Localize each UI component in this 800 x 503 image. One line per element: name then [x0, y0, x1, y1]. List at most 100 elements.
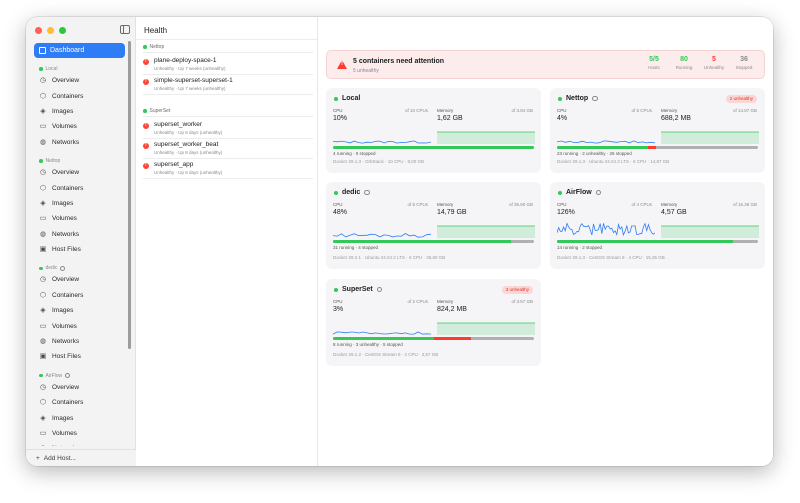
memory-value: 1,62 GB — [437, 115, 463, 122]
error-icon — [143, 58, 149, 65]
sidebar-section-dedic: dedic — [26, 264, 130, 272]
host-card-nettop[interactable]: Nettop 2 unhealthy CPU of 6 CPUs 4% Memory of … — [550, 88, 765, 173]
memory-label: Memory — [437, 202, 454, 207]
stat-value: 5/5 — [649, 56, 659, 63]
sidebar-list[interactable]: Dashboard Local ◷ Overview ⬡ Containers ◈ Imag… — [26, 40, 130, 446]
cpu-total: of 10 CPUs — [404, 108, 428, 113]
sidebar-item-containers[interactable]: ⬡ Containers — [26, 288, 130, 303]
sidebar-item-overview[interactable]: ◷ Overview — [26, 73, 130, 88]
sidebar-item-containers[interactable]: ⬡ Containers — [26, 180, 130, 195]
minimize-window-button[interactable] — [47, 27, 54, 34]
sidebar-item-volumes[interactable]: ▭ Volumes — [26, 119, 130, 134]
info-icon — [595, 189, 602, 196]
running-segment — [333, 337, 434, 340]
memory-label: Memory — [437, 108, 454, 113]
sidebar-item-volumes[interactable]: ▭ Volumes — [26, 426, 130, 441]
sidebar-item-volumes[interactable]: ▭ Volumes — [26, 318, 130, 333]
cpu-sparkline — [557, 222, 655, 237]
overview-icon: ◷ — [39, 276, 47, 284]
host-card-title: Nettop — [558, 95, 598, 102]
sidebar-item-images[interactable]: ◈ Images — [26, 104, 130, 119]
health-row[interactable]: superset_worker_beat Unhealthy · Up 8 day… — [143, 140, 313, 159]
container-status: Unhealthy · Up 8 days (unhealthy) — [154, 130, 223, 135]
add-host-label: Add Host... — [43, 454, 76, 462]
host-name: Nettop — [566, 95, 589, 102]
host-card-title: AirFlow — [558, 189, 602, 196]
sidebar-item-host-files[interactable]: ▣ Host Files — [26, 242, 130, 257]
sidebar-item-images[interactable]: ◈ Images — [26, 410, 130, 425]
stat-unhealthy: 5 Unhealthy — [699, 56, 729, 70]
health-row[interactable]: superset_worker Unhealthy · Up 8 days (un… — [143, 120, 313, 139]
cpu-label: CPU — [557, 202, 567, 207]
sidebar-item-images[interactable]: ◈ Images — [26, 196, 130, 211]
health-group-label: SuperSet — [149, 108, 171, 114]
cpu-line — [333, 140, 431, 144]
attention-banner: 5 containers need attention 5 unhealthy … — [326, 50, 765, 79]
sidebar-item-networks[interactable]: ◍ Networks — [26, 334, 130, 349]
sidebar-item-label: Images — [52, 107, 74, 115]
attention-subtitle: 5 unhealthy — [353, 68, 379, 74]
status-dot — [143, 109, 147, 113]
host-footer: Docker 29.1.3 · Ubuntu 24.04.3 LTS · 6 C… — [557, 159, 670, 164]
health-row[interactable]: simple-superset-superset-1 Unhealthy · Up… — [143, 76, 313, 95]
close-window-button[interactable] — [35, 27, 42, 34]
cpu-total: of 6 CPUs — [631, 108, 652, 113]
dashboard-icon — [39, 47, 46, 54]
add-host-button[interactable]: + Add Host... — [26, 449, 136, 466]
memory-label: Memory — [661, 108, 678, 113]
sidebar-item-networks[interactable]: ◍ Networks — [26, 227, 130, 242]
stat-label: Unhealthy — [703, 65, 725, 70]
stat-value: 5 — [712, 56, 716, 63]
cpu-total: of 4 CPUs — [631, 202, 652, 207]
sidebar-item-containers[interactable]: ⬡ Containers — [26, 88, 130, 103]
cpu-label: CPU — [333, 202, 343, 207]
host-card-superset[interactable]: SuperSet 3 unhealthy CPU of 2 CPUs 3% Memory o… — [326, 279, 541, 366]
status-dot — [39, 159, 43, 163]
container-status: Unhealthy · Up 7 weeks (unhealthy) — [154, 66, 226, 71]
health-row[interactable]: superset_app Unhealthy · Up 8 days (unhea… — [143, 160, 313, 179]
sidebar-item-overview[interactable]: ◷ Overview — [26, 165, 130, 180]
status-dot — [334, 287, 338, 292]
sidebar-section-nettop: Nettop — [26, 157, 130, 165]
sidebar-item-host-files[interactable]: ▣ Host Files — [26, 349, 130, 364]
host-files-icon: ▣ — [39, 353, 47, 361]
images-icon: ◈ — [40, 307, 46, 315]
memory-total: of 35.60 GB — [508, 202, 533, 207]
sidebar-item-dashboard[interactable]: Dashboard — [34, 43, 125, 58]
container-status-bar — [557, 240, 758, 243]
sidebar-item-containers[interactable]: ⬡ Containers — [26, 395, 130, 410]
health-group-header: Nettop — [143, 44, 164, 50]
host-footer: Docker 29.2.1 · Ubuntu 24.04.2 LTS · 6 C… — [333, 255, 446, 260]
sidebar-item-images[interactable]: ◈ Images — [26, 303, 130, 318]
zoom-window-button[interactable] — [59, 27, 66, 34]
sidebar-item-volumes[interactable]: ▭ Volumes — [26, 211, 130, 226]
health-row[interactable]: plane-deploy-space-1 Unhealthy · Up 7 wee… — [143, 56, 313, 75]
status-dot — [143, 45, 147, 49]
divider — [143, 116, 313, 117]
sidebar-scrollbar[interactable] — [128, 41, 131, 349]
networks-icon: ◍ — [39, 138, 47, 146]
memory-area — [437, 132, 535, 144]
sidebar-item-overview[interactable]: ◷ Overview — [26, 380, 130, 395]
host-card-local[interactable]: Local CPU of 10 CPUs 10% Memory of 3.84 GB 1,6… — [326, 88, 541, 173]
health-panel: Health Nettop plane-deploy-space-1 Unhealt… — [136, 17, 318, 466]
containers-icon: ⬡ — [39, 184, 47, 192]
sidebar-section-local: Local — [26, 65, 130, 73]
host-card-airflow[interactable]: AirFlow CPU of 4 CPUs 126% Memory of 15.36 GB… — [550, 182, 765, 269]
sidebar-item-networks[interactable]: ◍ Networks — [26, 135, 130, 150]
sidebar-item-overview[interactable]: ◷ Overview — [26, 272, 130, 287]
sidebar-item-label: Host Files — [52, 246, 81, 254]
sidebar-item-label: Volumes — [52, 322, 77, 330]
sidebar-item-label: Volumes — [52, 215, 77, 223]
host-name: Local — [342, 95, 361, 102]
sidebar-toggle-icon[interactable] — [120, 25, 130, 34]
sidebar-item-label: Images — [52, 199, 74, 207]
networks-icon: ◍ — [39, 338, 47, 346]
host-card-dedic[interactable]: dedic CPU of 6 CPUs 48% Memory of 35.60 GB 14,… — [326, 182, 541, 269]
divider — [136, 39, 317, 40]
health-group-header: SuperSet — [143, 108, 170, 114]
host-name: SuperSet — [342, 286, 373, 293]
cpu-total: of 6 CPUs — [407, 202, 428, 207]
sidebar-item-label: Images — [52, 307, 74, 315]
sidebar-item-networks[interactable]: ◍ Networks — [26, 441, 130, 446]
